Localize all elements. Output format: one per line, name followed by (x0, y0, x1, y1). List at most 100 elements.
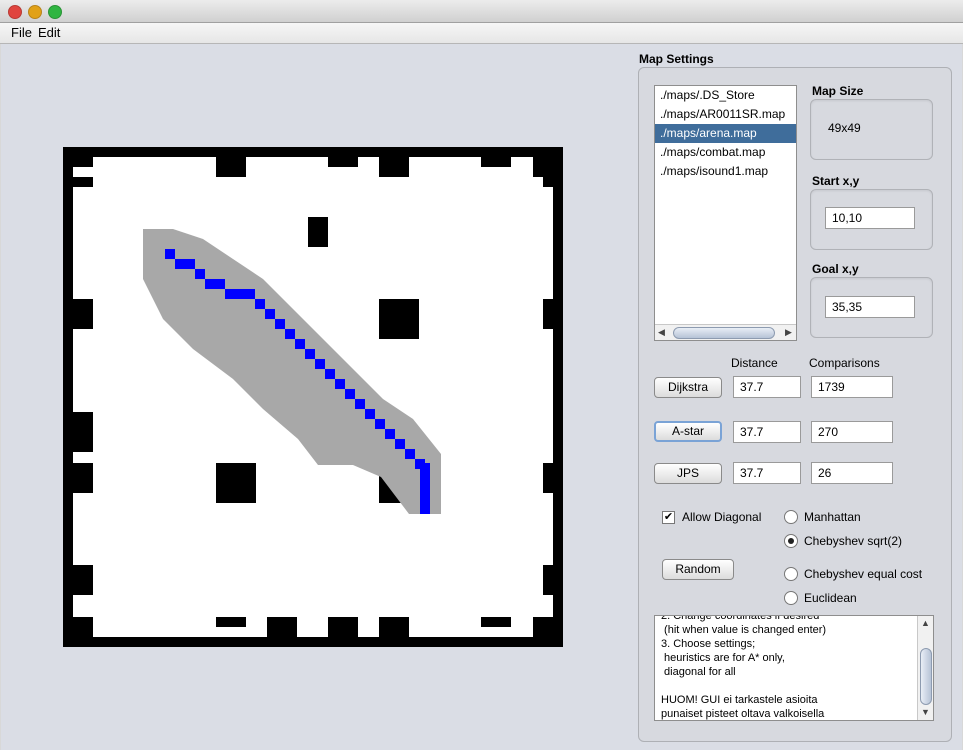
path-cell (245, 289, 255, 299)
scroll-thumb[interactable] (920, 648, 932, 705)
path-cell (405, 449, 415, 459)
map-file-list[interactable]: ./maps/.DS_Store ./maps/AR0011SR.map ./map… (654, 85, 797, 341)
file-rows: ./maps/.DS_Store ./maps/AR0011SR.map ./map… (655, 86, 796, 181)
scroll-thumb[interactable] (673, 327, 775, 339)
chebyshev-sqrt2-radio[interactable] (784, 534, 798, 548)
dijkstra-comparisons[interactable]: 1739 (811, 376, 893, 398)
map-wall-block (543, 565, 553, 595)
manhattan-label: Manhattan (804, 510, 861, 524)
path-cell (265, 309, 275, 319)
path-cell (255, 299, 265, 309)
jps-comparisons[interactable]: 26 (811, 462, 893, 484)
map-wall-block (73, 463, 93, 493)
instructions-textarea[interactable]: 2. Change coordinates if desired (hit wh… (654, 615, 934, 721)
map-wall-block (328, 157, 358, 167)
map-wall-block (267, 617, 297, 637)
map-wall-block (533, 617, 553, 637)
map-wall-block (533, 157, 553, 177)
map-grid[interactable] (63, 147, 563, 647)
map-wall-block (543, 299, 553, 329)
goal-label: Goal x,y (812, 262, 859, 276)
map-wall-block (73, 565, 93, 595)
map-obstacle (216, 463, 256, 503)
path-cell (165, 249, 175, 259)
path-cell (395, 439, 405, 449)
map-size-value: 49x49 (828, 121, 861, 135)
path-cell (215, 279, 225, 289)
map-wall-block (379, 157, 409, 177)
map-wall-block (73, 299, 93, 329)
file-list-item[interactable]: ./maps/AR0011SR.map (655, 105, 796, 124)
path-cell (195, 269, 205, 279)
astar-button[interactable]: A-star (654, 421, 722, 442)
panel-title: Map Settings (639, 52, 714, 66)
path-cell (235, 289, 245, 299)
path-cell (295, 339, 305, 349)
menubar: File Edit (0, 23, 963, 44)
jps-distance[interactable]: 37.7 (733, 462, 801, 484)
close-window-button[interactable] (8, 5, 22, 19)
path-cell (325, 369, 335, 379)
dijkstra-button[interactable]: Dijkstra (654, 377, 722, 398)
comparisons-header: Comparisons (809, 356, 880, 370)
scroll-down-icon[interactable]: ▼ (921, 707, 930, 717)
distance-header: Distance (731, 356, 778, 370)
file-list-item[interactable]: ./maps/arena.map (655, 124, 796, 143)
euclidean-label: Euclidean (804, 591, 857, 605)
file-list-horizontal-scrollbar[interactable]: ◀ ▶ (655, 324, 796, 340)
map-wall-block (73, 617, 93, 637)
zoom-window-button[interactable] (48, 5, 62, 19)
map-wall-block (481, 617, 511, 627)
map-size-label: Map Size (812, 84, 864, 98)
chebyshev-equal-radio[interactable] (784, 567, 798, 581)
map-wall-block (216, 617, 246, 627)
path-cell (345, 389, 355, 399)
chebyshev-equal-label: Chebyshev equal cost (804, 567, 923, 581)
menu-file[interactable]: File (11, 25, 32, 40)
map-wall-block (543, 463, 553, 493)
menu-edit[interactable]: Edit (38, 25, 60, 40)
minimize-window-button[interactable] (28, 5, 42, 19)
path-cell (205, 279, 215, 289)
map-size-box: 49x49 (810, 99, 933, 160)
scroll-right-icon[interactable]: ▶ (785, 325, 792, 340)
path-cell (275, 319, 285, 329)
path-cell (225, 289, 235, 299)
euclidean-radio[interactable] (784, 591, 798, 605)
dijkstra-distance[interactable]: 37.7 (733, 376, 801, 398)
path-cell (355, 399, 365, 409)
path-cell (175, 259, 185, 269)
map-wall-block (73, 157, 93, 167)
file-list-item[interactable]: ./maps/isound1.map (655, 162, 796, 181)
allow-diagonal-label: Allow Diagonal (682, 510, 762, 524)
start-input[interactable]: 10,10 (825, 207, 915, 229)
path-cell (420, 463, 430, 514)
jps-button[interactable]: JPS (654, 463, 722, 484)
map-wall-block (73, 177, 93, 187)
scroll-up-icon[interactable]: ▲ (921, 618, 930, 628)
path-cell (385, 429, 395, 439)
path-cell (375, 419, 385, 429)
astar-comparisons[interactable]: 270 (811, 421, 893, 443)
random-button[interactable]: Random (662, 559, 734, 580)
map-wall-block (543, 177, 553, 187)
path-cell (285, 329, 295, 339)
path-cell (315, 359, 325, 369)
map-canvas[interactable] (63, 147, 563, 647)
instructions-text: 2. Change coordinates if desired (hit wh… (661, 615, 827, 720)
allow-diagonal-checkbox[interactable]: ✔ (662, 511, 675, 524)
instructions-vertical-scrollbar[interactable]: ▲ ▼ (917, 616, 933, 720)
path-cell (185, 259, 195, 269)
file-list-item[interactable]: ./maps/.DS_Store (655, 86, 796, 105)
astar-distance[interactable]: 37.7 (733, 421, 801, 443)
scroll-left-icon[interactable]: ◀ (658, 325, 665, 340)
map-wall-block (73, 412, 93, 452)
goal-input[interactable]: 35,35 (825, 296, 915, 318)
map-obstacle (379, 299, 419, 339)
chebyshev-sqrt2-label: Chebyshev sqrt(2) (804, 534, 903, 548)
path-cell (335, 379, 345, 389)
manhattan-radio[interactable] (784, 510, 798, 524)
map-wall-block (216, 157, 246, 177)
file-list-item[interactable]: ./maps/combat.map (655, 143, 796, 162)
window-titlebar (0, 0, 963, 23)
